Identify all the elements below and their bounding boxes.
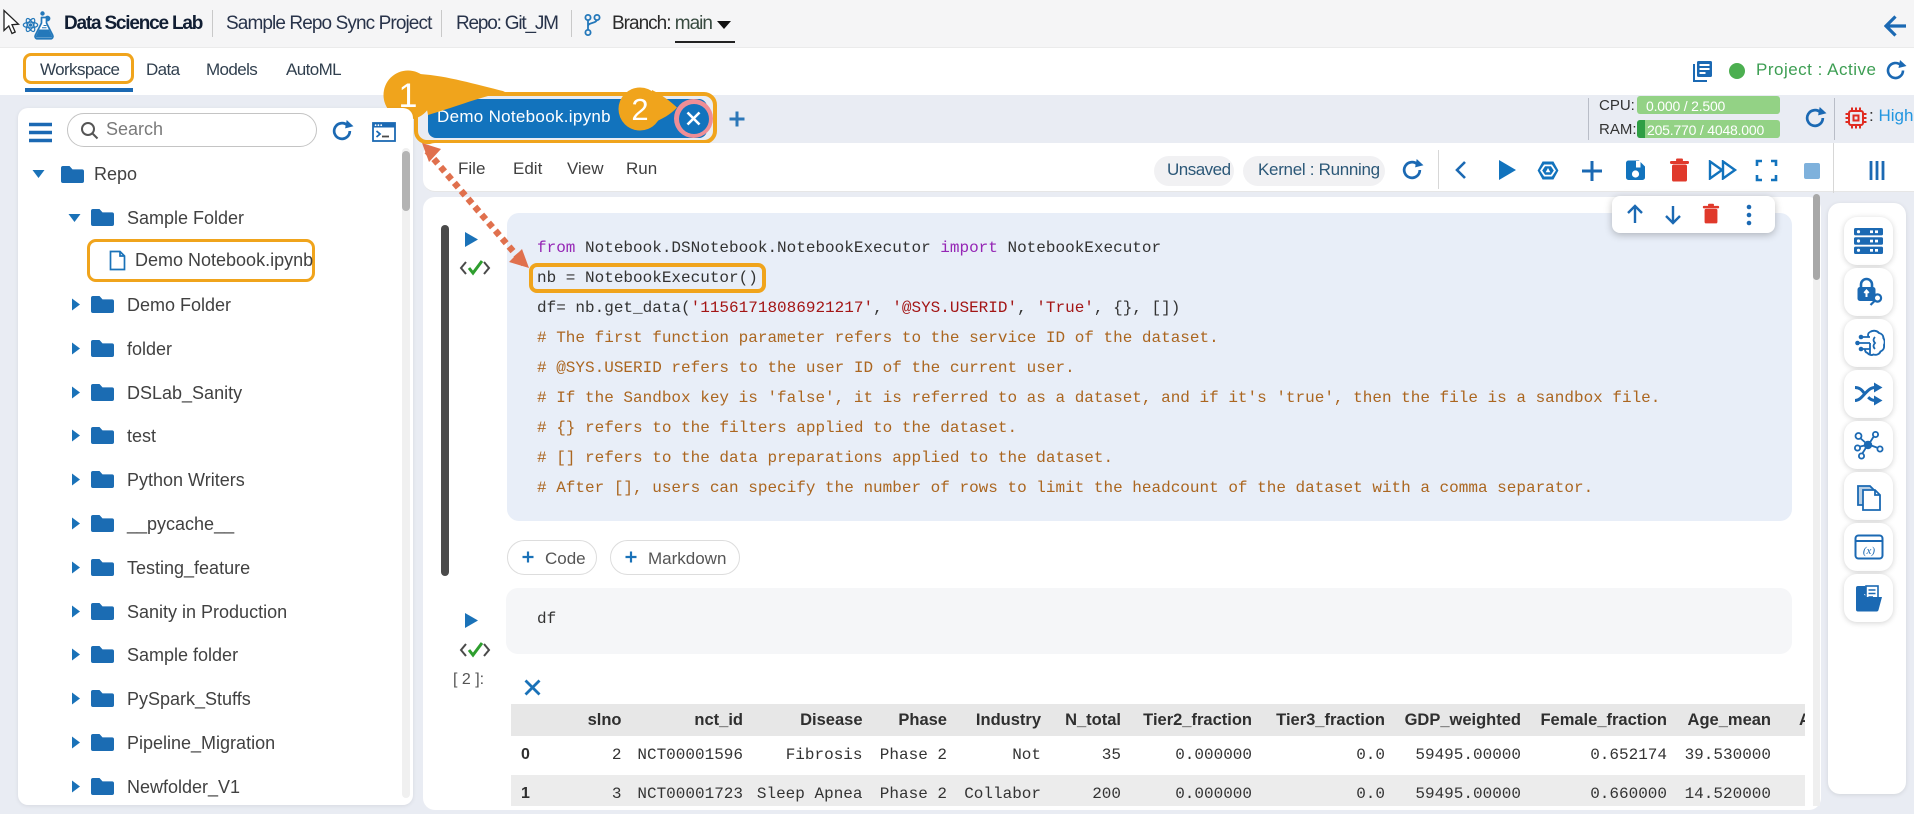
svg-text:(x): (x) bbox=[1863, 545, 1876, 557]
